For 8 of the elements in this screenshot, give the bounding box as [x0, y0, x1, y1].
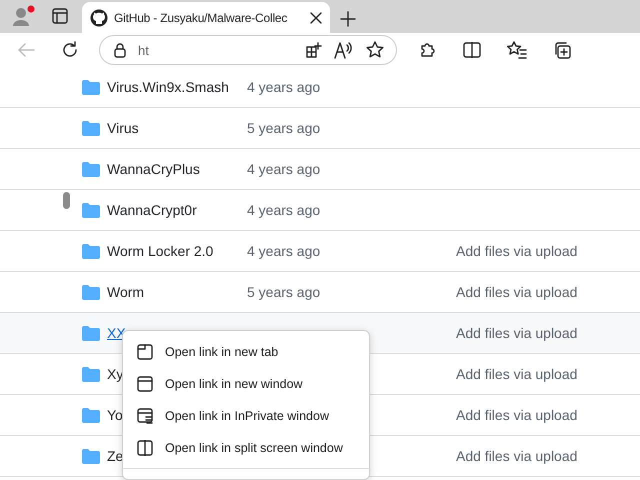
commit-time: 5 years ago	[247, 120, 322, 136]
url-text: ht	[138, 42, 149, 58]
commit-time: 4 years ago	[247, 202, 322, 218]
commit-time: 4 years ago	[247, 243, 322, 259]
commit-time: 5 years ago	[247, 284, 322, 300]
commit-time: 4 years ago	[247, 79, 322, 95]
commit-time: 4 years ago	[247, 161, 322, 177]
tab-title: GitHub - Zusyaku/Malware-Collec	[114, 10, 288, 24]
